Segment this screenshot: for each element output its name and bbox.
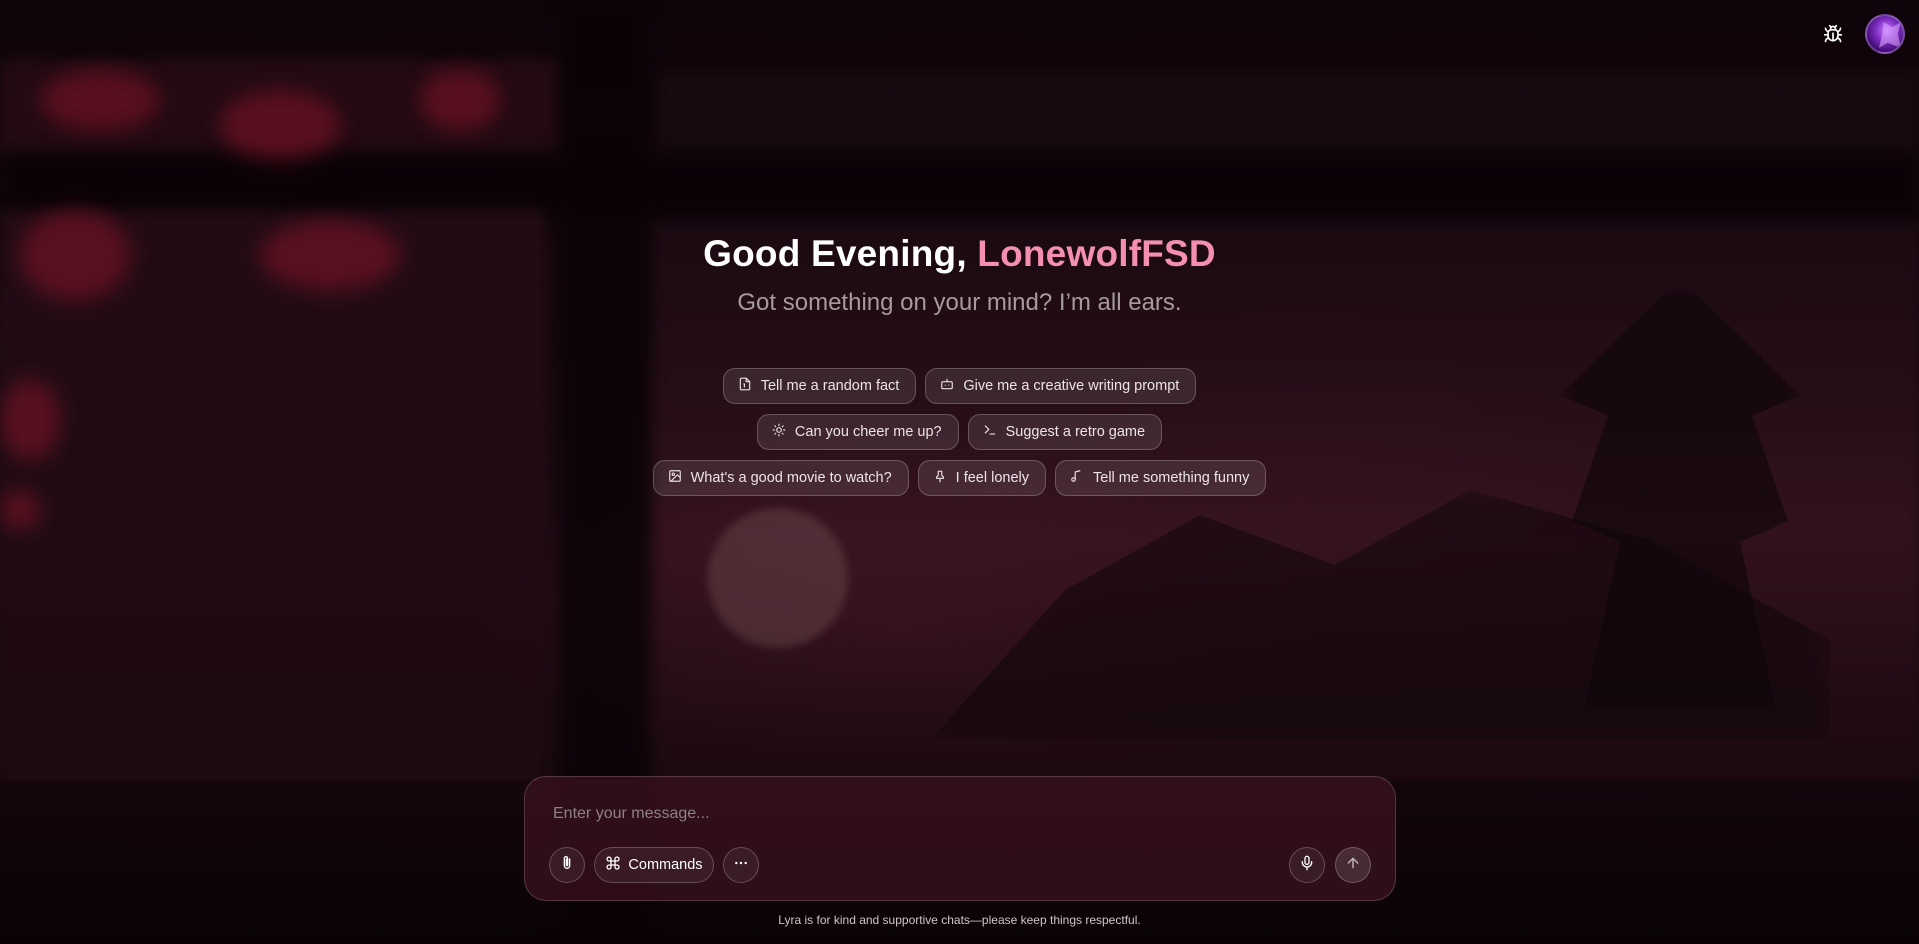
greeting-title: Good Evening, LonewolfFSD: [0, 233, 1919, 275]
suggestion-label: What's a good movie to watch?: [690, 470, 892, 486]
arrow-up-icon: [1345, 855, 1361, 875]
suggestion-funny[interactable]: Tell me something funny: [1055, 460, 1267, 496]
command-icon: [605, 855, 621, 875]
suggestion-chips: Tell me a random fact Give me a creative…: [0, 368, 1919, 496]
commands-label: Commands: [628, 857, 703, 873]
file-icon: [738, 377, 752, 395]
sun-icon: [772, 423, 786, 441]
suggestion-row-3: What's a good movie to watch? I feel lon…: [652, 460, 1267, 496]
suggestion-row-2: Can you cheer me up? Suggest a retro gam…: [756, 414, 1163, 450]
suggestion-retro-game[interactable]: Suggest a retro game: [967, 414, 1163, 450]
hero: Good Evening, LonewolfFSD Got something …: [0, 233, 1919, 317]
suggestion-label: Suggest a retro game: [1005, 424, 1146, 440]
suggestion-random-fact[interactable]: Tell me a random fact: [722, 368, 917, 404]
disclaimer-text: Lyra is for kind and supportive chats—pl…: [778, 913, 1141, 927]
commands-button[interactable]: Commands: [594, 847, 714, 883]
suggestion-lonely[interactable]: I feel lonely: [917, 460, 1047, 496]
suggestion-label: I feel lonely: [955, 470, 1030, 486]
more-icon: [733, 855, 749, 875]
mic-icon: [1299, 855, 1315, 875]
image-icon: [668, 469, 682, 487]
paperclip-icon: [559, 855, 575, 875]
pin-icon: [933, 469, 947, 487]
greeting-subtitle: Got something on your mind? I’m all ears…: [737, 289, 1182, 316]
robot-icon: [940, 377, 954, 395]
message-input[interactable]: [553, 801, 1333, 827]
send-button[interactable]: [1335, 847, 1371, 883]
bug-icon[interactable]: [1819, 20, 1847, 48]
username: LonewolfFSD: [977, 233, 1216, 274]
greeting-prefix: Good Evening,: [703, 233, 978, 274]
suggestion-label: Tell me something funny: [1093, 470, 1250, 486]
music-icon: [1070, 469, 1084, 487]
suggestion-cheer-up[interactable]: Can you cheer me up?: [756, 414, 959, 450]
avatar[interactable]: [1865, 14, 1905, 54]
suggestion-row-1: Tell me a random fact Give me a creative…: [722, 368, 1197, 404]
message-composer: Commands: [524, 776, 1396, 901]
suggestion-writing-prompt[interactable]: Give me a creative writing prompt: [925, 368, 1197, 404]
mic-button[interactable]: [1289, 847, 1325, 883]
terminal-icon: [983, 423, 997, 441]
suggestion-label: Can you cheer me up?: [794, 424, 942, 440]
attach-button[interactable]: [549, 847, 585, 883]
more-button[interactable]: [723, 847, 759, 883]
suggestion-label: Tell me a random fact: [760, 378, 900, 394]
suggestion-label: Give me a creative writing prompt: [963, 378, 1180, 394]
top-bar: [1819, 14, 1905, 54]
suggestion-movie[interactable]: What's a good movie to watch?: [652, 460, 909, 496]
